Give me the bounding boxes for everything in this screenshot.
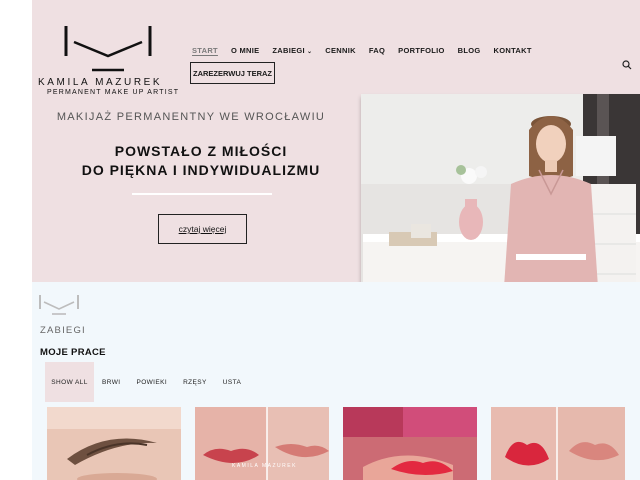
chevron-down-icon: ⌄ [306, 49, 313, 55]
hero-headline-line1: POWSTAŁO Z MIŁOŚCI [114, 143, 288, 159]
artist-portrait-photo [361, 94, 640, 302]
works-section: ZABIEGI MOJE PRACE SHOW ALL BRWI POWIEKI… [32, 282, 640, 480]
filter-usta[interactable]: USTA [215, 362, 249, 402]
book-now-button[interactable]: ZAREZERWUJ TERAZ [190, 62, 275, 84]
logo-mark-icon [39, 295, 79, 315]
nav-item-faq[interactable]: FAQ [369, 46, 385, 55]
nav-item-kontakt[interactable]: KONTAKT [494, 46, 532, 55]
lips-before-after-photo: KAMILA MAZUREK [195, 407, 329, 480]
hero-headline-line2: DO PIĘKNA I INDYWIDUALIZMU [81, 162, 321, 178]
hero-subtitle: MAKIJAŻ PERMANENTNY WE WROCŁAWIU [56, 111, 326, 123]
filter-rzesy[interactable]: RZĘSY [175, 362, 215, 402]
logo-mark-icon [64, 26, 152, 72]
section-title: MOJE PRACE [40, 347, 106, 358]
search-icon [622, 60, 632, 70]
hero-section: KAMILA MAZUREK PERMANENT MAKE UP ARTIST … [32, 0, 640, 302]
lips-photo [343, 407, 477, 480]
main-nav: START O MNIE ZABIEGI ⌄ CENNIK FAQ PORTFOL… [192, 46, 545, 55]
filter-show-all[interactable]: SHOW ALL [45, 362, 94, 402]
portrait-image [361, 94, 640, 302]
section-label: ZABIEGI [40, 325, 86, 336]
nav-item-o-mnie[interactable]: O MNIE [231, 46, 259, 55]
site-logo[interactable]: KAMILA MAZUREK PERMANENT MAKE UP ARTIST [38, 22, 180, 96]
search-button[interactable] [622, 57, 634, 70]
filter-brwi[interactable]: BRWI [94, 362, 128, 402]
nav-item-cennik[interactable]: CENNIK [325, 46, 356, 55]
lips-before-after-photo [491, 407, 625, 480]
portfolio-thumb-lips-2[interactable] [343, 407, 477, 480]
read-more-button[interactable]: czytaj więcej [158, 214, 247, 244]
page: KAMILA MAZUREK PERMANENT MAKE UP ARTIST … [32, 0, 640, 480]
portfolio-filters: SHOW ALL BRWI POWIEKI RZĘSY USTA [45, 362, 249, 402]
hero-divider [132, 193, 272, 195]
nav-item-blog[interactable]: BLOG [458, 46, 481, 55]
eyebrow-photo [47, 407, 181, 480]
filter-powieki[interactable]: POWIEKI [128, 362, 175, 402]
nav-item-portfolio[interactable]: PORTFOLIO [398, 46, 444, 55]
nav-item-zabiegi[interactable]: ZABIEGI ⌄ [272, 46, 312, 55]
brand-tagline: PERMANENT MAKE UP ARTIST [47, 89, 180, 96]
svg-text:KAMILA MAZUREK: KAMILA MAZUREK [232, 463, 297, 469]
nav-item-start[interactable]: START [192, 46, 218, 55]
portfolio-thumb-lips-3[interactable] [491, 407, 625, 480]
nav-item-zabiegi-label: ZABIEGI [272, 46, 305, 55]
section-logo-mark [39, 293, 79, 320]
portfolio-thumb-lips-1[interactable]: KAMILA MAZUREK [195, 407, 329, 480]
portfolio-thumb-eyebrow[interactable] [47, 407, 181, 480]
hero-headline: POWSTAŁO Z MIŁOŚCI DO PIĘKNA I INDYWIDUA… [32, 142, 370, 180]
brand-name: KAMILA MAZUREK [38, 77, 163, 88]
